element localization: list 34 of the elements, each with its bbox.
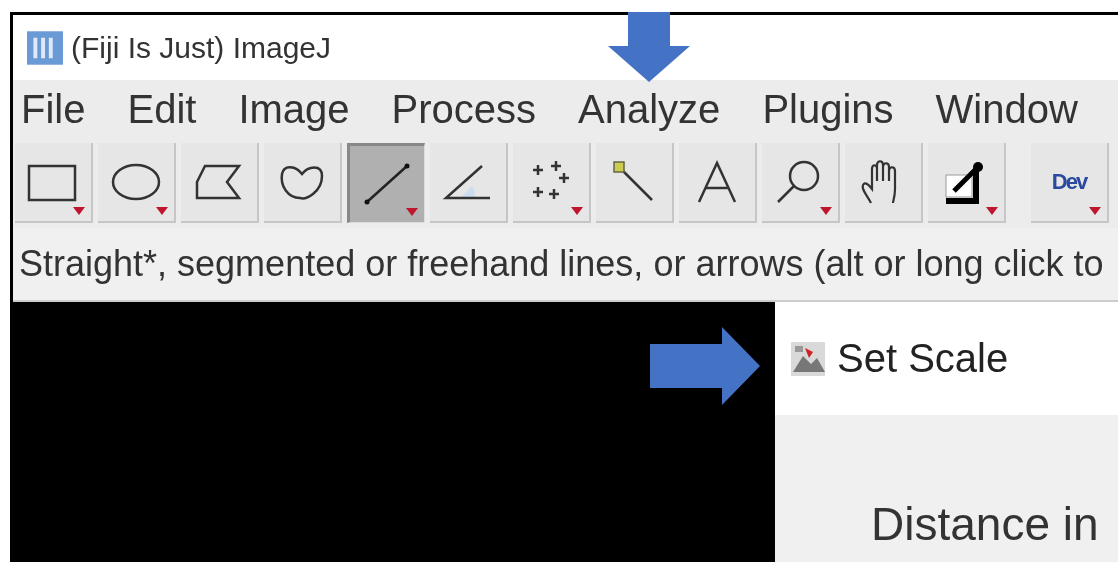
dropdown-triangle-icon — [820, 207, 832, 215]
tool-button[interactable] — [15, 143, 93, 223]
tool-button[interactable] — [762, 143, 840, 223]
app-icon — [27, 30, 63, 65]
oval-icon — [110, 162, 162, 202]
dropdown-triangle-icon — [986, 207, 998, 215]
dropdown-triangle-icon — [156, 207, 168, 215]
window-title: (Fiji Is Just) ImageJ — [71, 30, 332, 65]
tool-button[interactable] — [513, 143, 591, 223]
tool-button[interactable] — [430, 143, 508, 223]
menu-item[interactable]: Analyze — [578, 86, 721, 132]
dropdown-triangle-icon — [1089, 207, 1101, 215]
dropdown-triangle-icon — [571, 207, 583, 215]
tool-button[interactable] — [264, 143, 342, 223]
menu-item[interactable]: Edit — [127, 86, 197, 132]
dialog-title: Set Scale — [837, 336, 1009, 381]
tool-button[interactable] — [928, 143, 1006, 223]
tool-button[interactable] — [845, 143, 923, 223]
status-text: Straight*, segmented or freehand lines, or arrows (alt or long click to — [19, 243, 1104, 285]
field-label: Distance in — [871, 496, 1099, 551]
tool-button[interactable] — [98, 143, 176, 223]
rectangle-icon — [27, 162, 79, 202]
dropdown-triangle-icon — [73, 207, 85, 215]
menu-item[interactable]: Process — [391, 86, 537, 132]
tool-button[interactable]: Dev — [1031, 143, 1109, 223]
tool-button[interactable] — [679, 143, 757, 223]
dialog-icon — [791, 341, 825, 376]
menu-item[interactable]: Window — [935, 86, 1078, 132]
tool-button[interactable] — [181, 143, 259, 223]
tool-button[interactable] — [347, 143, 425, 223]
menu-item[interactable]: Plugins — [762, 86, 894, 132]
dropdown-triangle-icon — [406, 208, 418, 216]
menu-item[interactable]: File — [21, 86, 86, 132]
menu-item[interactable]: Image — [238, 86, 350, 132]
